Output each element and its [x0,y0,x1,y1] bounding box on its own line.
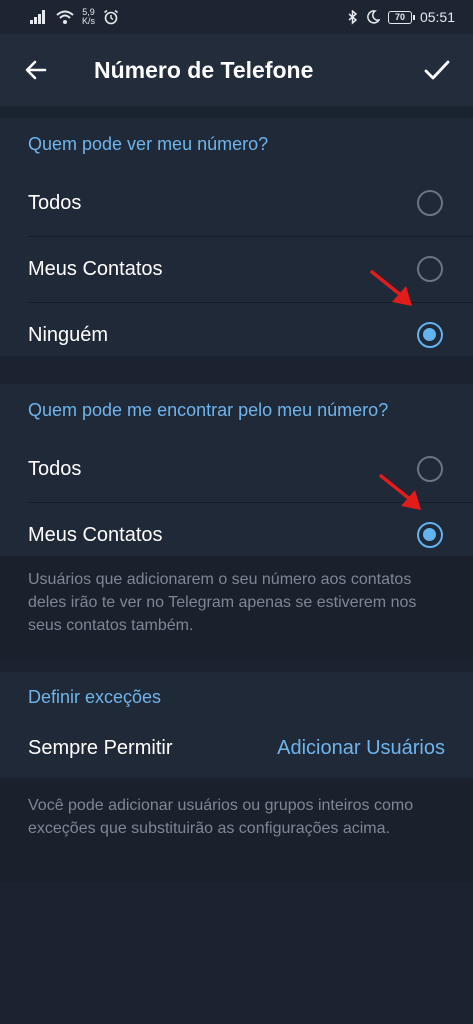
annotation-arrow-icon [370,270,412,306]
option-label: Todos [28,457,82,480]
exceptions-section: Definir exceções Sempre Permitir Adicion… [0,672,473,778]
network-speed: 5,9 K/s [82,8,95,26]
option-label: Meus Contatos [28,257,163,280]
back-button[interactable] [0,34,72,106]
check-icon [424,60,450,80]
battery-icon: 70 [387,10,415,24]
option-label: Todos [28,191,82,214]
radio-button-checked[interactable] [417,522,443,548]
alarm-clock-icon [104,9,119,25]
annotation-arrow-icon [379,474,421,510]
add-users-link[interactable]: Adicionar Usuários [277,737,445,760]
signal-icon [30,10,45,24]
moon-icon [367,10,380,24]
always-allow-row[interactable]: Sempre Permitir Adicionar Usuários [0,722,473,774]
option-label: Meus Contatos [28,523,163,546]
wifi-icon [56,10,74,24]
exceptions-title: Definir exceções [28,686,162,707]
who-can-see-section: Quem pode ver meu número? Todos Meus Con… [0,118,473,356]
status-left: 5,9 K/s [30,8,119,26]
battery-level: 70 [394,12,405,22]
radio-button-unchecked[interactable] [417,190,443,216]
who-can-see-title: Quem pode ver meu número? [28,133,269,154]
option-label: Ninguém [28,323,109,346]
page-title: Número de Telefone [94,56,314,83]
status-right: 70 05:51 [348,9,455,25]
status-bar: 5,9 K/s 70 05:51 [0,0,473,34]
radio-button-unchecked[interactable] [417,256,443,282]
status-time: 05:51 [419,9,455,25]
who-can-find-info: Usuários que adicionarem o seu número ao… [0,556,473,660]
speed-unit: K/s [82,16,96,26]
app-header: Número de Telefone [0,34,473,106]
who-can-find-section: Quem pode me encontrar pelo meu número? … [0,384,473,556]
who-can-find-title: Quem pode me encontrar pelo meu número? [28,399,389,420]
exceptions-info: Você pode adicionar usuários ou grupos i… [0,778,473,882]
bluetooth-icon [348,9,358,25]
always-allow-label: Sempre Permitir [28,736,173,759]
radio-button-checked[interactable] [417,322,443,348]
confirm-button[interactable] [401,34,473,106]
arrow-left-icon [25,60,47,80]
who-can-see-option-everyone[interactable]: Todos [0,170,473,236]
